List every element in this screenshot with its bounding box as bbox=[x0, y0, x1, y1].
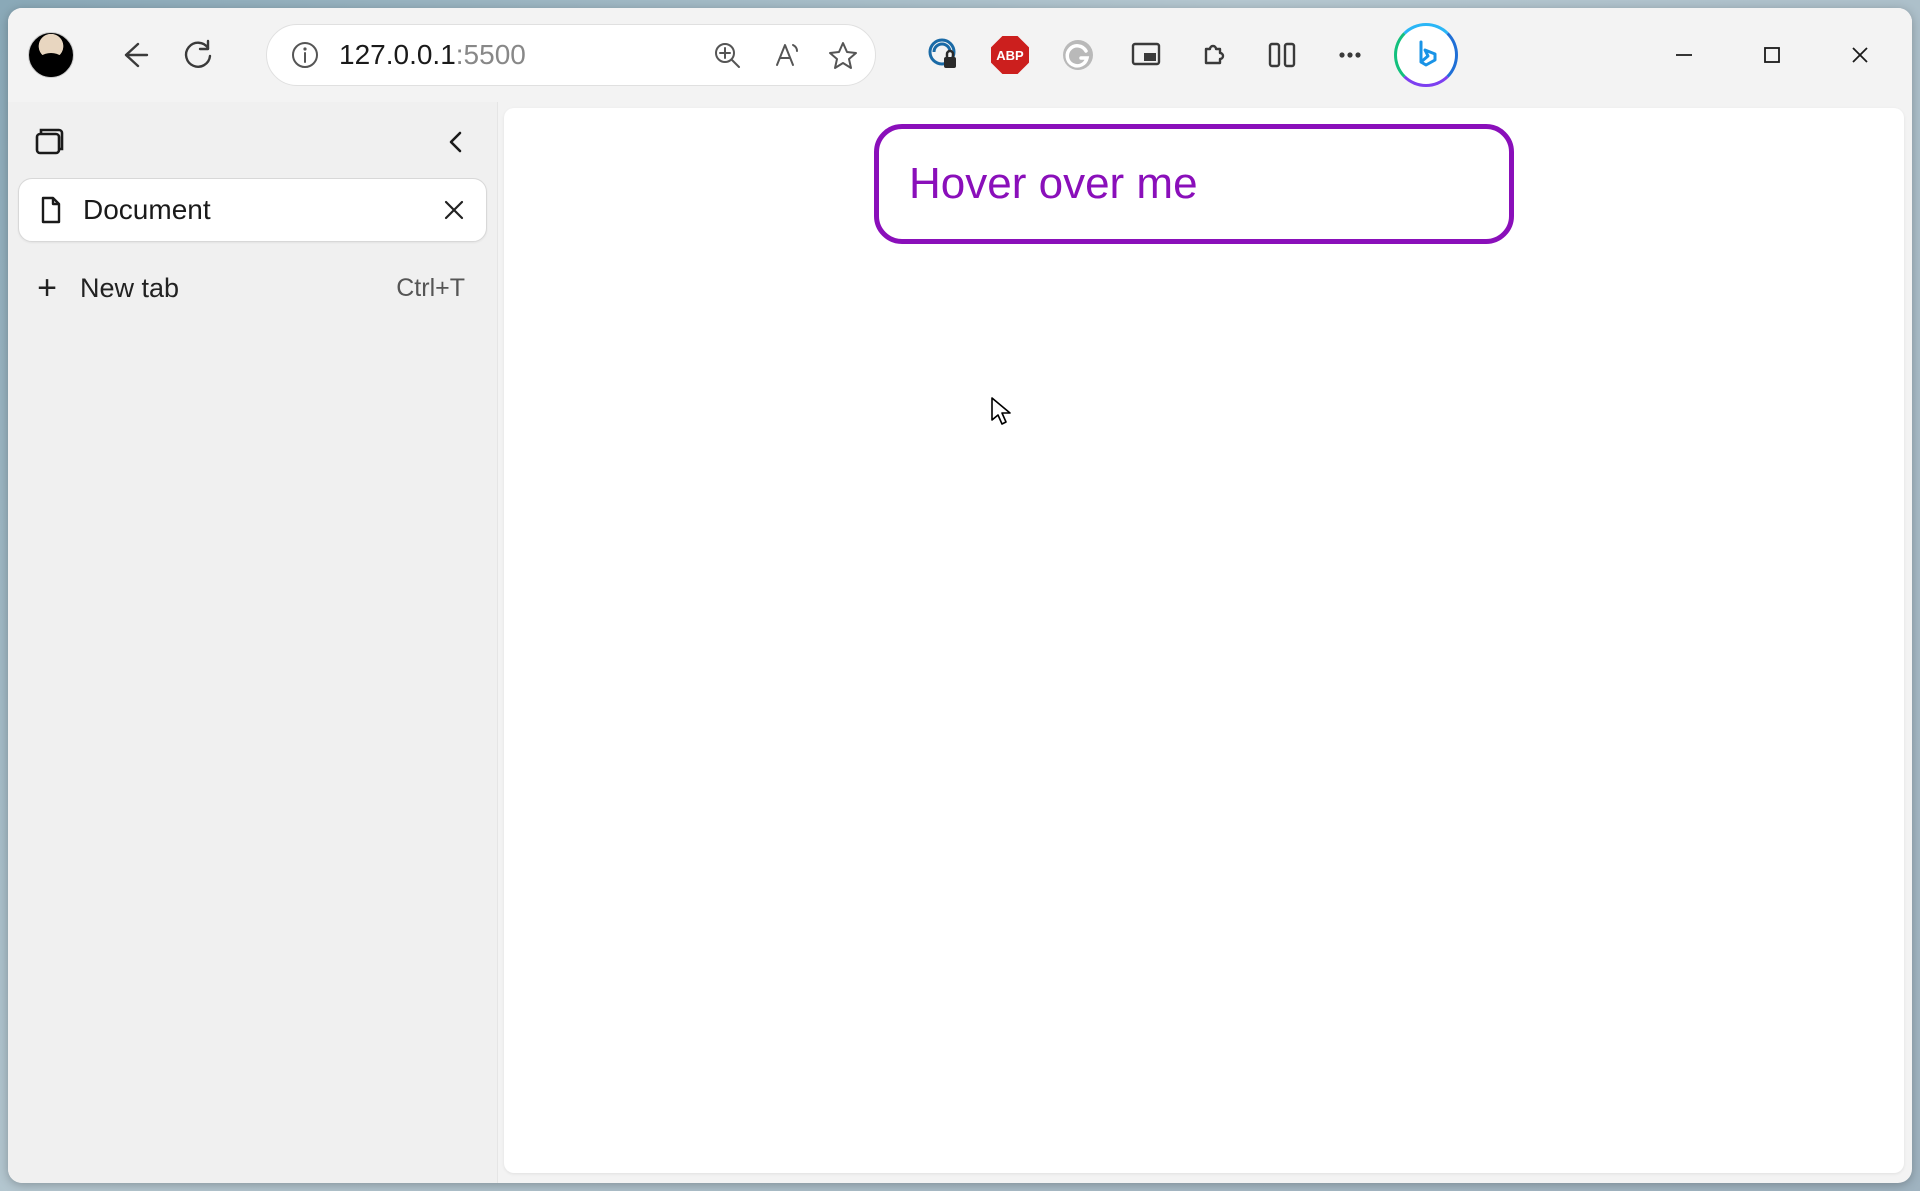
info-icon bbox=[290, 40, 320, 70]
split-screen-icon bbox=[1265, 38, 1299, 72]
refresh-icon bbox=[181, 38, 215, 72]
refresh-button[interactable] bbox=[168, 25, 228, 85]
hover-box[interactable]: Hover over me bbox=[874, 124, 1514, 244]
star-icon bbox=[828, 40, 858, 70]
arrow-left-icon bbox=[117, 38, 151, 72]
grammarly-button[interactable] bbox=[1048, 25, 1108, 85]
address-host: 127.0.0.1 bbox=[339, 39, 456, 70]
titlebar: 127.0.0.1:5500 bbox=[8, 8, 1912, 102]
split-screen-button[interactable] bbox=[1252, 25, 1312, 85]
active-tab[interactable]: Document bbox=[18, 178, 487, 242]
new-tab-button[interactable]: + New tab Ctrl+T bbox=[18, 256, 487, 320]
new-tab-label: New tab bbox=[80, 273, 378, 304]
read-aloud-button[interactable] bbox=[765, 35, 805, 75]
address-port: :5500 bbox=[456, 39, 526, 70]
puzzle-icon bbox=[1197, 38, 1231, 72]
more-button[interactable] bbox=[1320, 25, 1380, 85]
zoom-button[interactable] bbox=[707, 35, 747, 75]
bing-chat-button[interactable] bbox=[1394, 23, 1458, 87]
read-aloud-icon bbox=[770, 40, 800, 70]
window-controls bbox=[1640, 20, 1904, 90]
adblock-button[interactable]: ABP bbox=[980, 25, 1040, 85]
new-tab-shortcut: Ctrl+T bbox=[396, 274, 465, 303]
minimize-button[interactable] bbox=[1640, 20, 1728, 90]
abp-icon: ABP bbox=[991, 36, 1029, 74]
zoom-in-icon bbox=[712, 40, 742, 70]
close-window-button[interactable] bbox=[1816, 20, 1904, 90]
hover-box-text: Hover over me bbox=[909, 159, 1198, 209]
abp-label: ABP bbox=[996, 48, 1023, 63]
plus-icon: + bbox=[32, 271, 62, 305]
minimize-icon bbox=[1674, 45, 1694, 65]
address-actions bbox=[707, 35, 863, 75]
vertical-tabs-sidebar: Document + New tab Ctrl+T bbox=[8, 102, 498, 1183]
picture-in-picture-icon bbox=[1129, 38, 1163, 72]
nav-buttons bbox=[104, 25, 228, 85]
favorite-button[interactable] bbox=[823, 35, 863, 75]
tabs-icon bbox=[32, 125, 66, 159]
tab-actions-button[interactable] bbox=[28, 121, 70, 163]
site-info-button[interactable] bbox=[285, 35, 325, 75]
profile-button[interactable] bbox=[24, 28, 78, 82]
bing-icon bbox=[1409, 38, 1443, 72]
chevron-left-icon bbox=[443, 129, 469, 155]
collapse-sidebar-button[interactable] bbox=[431, 117, 481, 167]
extensions-button[interactable] bbox=[1184, 25, 1244, 85]
shield-lock-icon bbox=[924, 37, 960, 73]
browser-window: 127.0.0.1:5500 bbox=[8, 8, 1912, 1183]
address-text[interactable]: 127.0.0.1:5500 bbox=[339, 39, 693, 71]
maximize-icon bbox=[1763, 46, 1781, 64]
close-tab-button[interactable] bbox=[432, 188, 476, 232]
grammarly-icon bbox=[1060, 37, 1096, 73]
address-bar[interactable]: 127.0.0.1:5500 bbox=[266, 24, 876, 86]
pip-button[interactable] bbox=[1116, 25, 1176, 85]
cursor-icon bbox=[990, 396, 1012, 426]
close-icon bbox=[443, 199, 465, 221]
body-split: Document + New tab Ctrl+T Hover over me bbox=[8, 102, 1912, 1183]
back-button[interactable] bbox=[104, 25, 164, 85]
maximize-button[interactable] bbox=[1728, 20, 1816, 90]
avatar bbox=[28, 32, 74, 78]
more-icon bbox=[1333, 38, 1367, 72]
toolbar-right: ABP bbox=[912, 23, 1458, 87]
sidebar-head bbox=[18, 106, 487, 178]
tab-title: Document bbox=[83, 194, 414, 226]
close-icon bbox=[1850, 45, 1870, 65]
document-icon bbox=[35, 195, 65, 225]
tracking-prevention-button[interactable] bbox=[912, 25, 972, 85]
page-viewport: Hover over me bbox=[504, 108, 1904, 1173]
